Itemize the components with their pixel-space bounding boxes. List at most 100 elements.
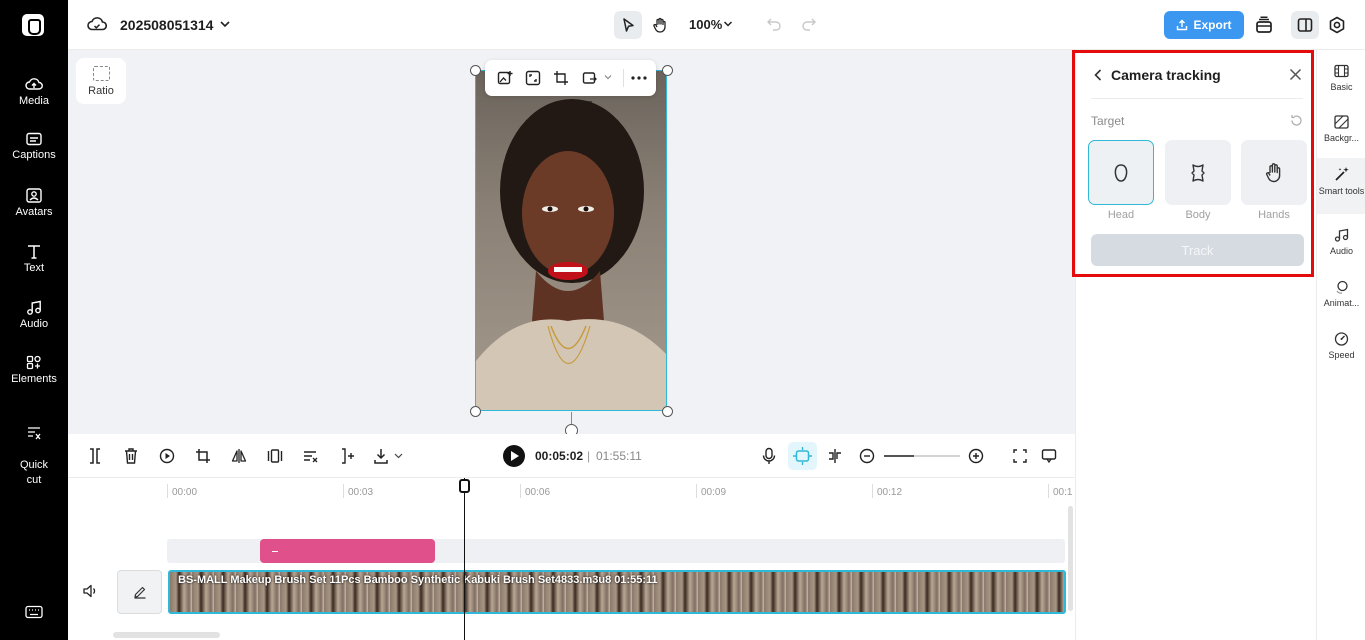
sidebar-item-avatars[interactable]: Avatars [0,188,68,218]
settings-icon[interactable] [1328,16,1346,34]
timeline-zoom-slider[interactable] [884,455,960,457]
tab-audio[interactable]: Audio [1317,228,1365,268]
playhead-line[interactable] [464,478,465,640]
tab-speed[interactable]: Speed [1317,332,1365,372]
sidebar-item-captions[interactable]: Captions [0,132,68,161]
layers-icon[interactable] [1255,16,1273,34]
close-icon[interactable] [1289,68,1302,81]
resize-handle-bottom-right[interactable] [662,406,673,417]
freeze-icon[interactable] [267,447,283,465]
sidebar-item-audio[interactable]: Audio [0,300,68,330]
split-icon[interactable] [87,447,103,465]
tab-basic[interactable]: Basic [1317,64,1365,104]
cover-edit-button[interactable] [117,570,162,614]
vertical-scrollbar[interactable] [1068,506,1073,611]
video-preview[interactable] [475,70,667,411]
panel-toggle-button[interactable] [1291,11,1319,39]
replace-image-icon[interactable] [497,70,513,86]
target-option-head[interactable] [1088,140,1154,205]
play-button[interactable] [503,445,525,467]
zoom-chevron-icon[interactable] [723,20,733,28]
horizontal-scrollbar[interactable] [113,632,220,638]
ratio-label: Ratio [88,85,114,97]
tab-background[interactable]: Backgr... [1317,115,1365,155]
app-logo[interactable] [22,14,44,36]
keyboard-shortcuts-icon[interactable] [25,605,43,619]
back-arrow-icon[interactable] [1093,68,1103,82]
volume-icon[interactable] [82,584,98,598]
remove-bg-icon[interactable] [303,447,319,465]
fullscreen-icon[interactable] [1012,447,1028,465]
cloud-sync-icon[interactable] [87,16,107,32]
more-options-icon[interactable] [631,76,647,80]
quick-cut-icon [28,427,41,440]
resize-handle-top-right[interactable] [662,65,673,76]
zoom-out-icon[interactable] [859,447,875,465]
tab-label: Smart tools [1318,186,1365,196]
download-icon[interactable] [373,447,389,465]
reset-icon[interactable] [1290,114,1303,127]
target-label-hands: Hands [1258,209,1290,221]
music-note-icon [1334,228,1349,242]
ratio-button[interactable]: Ratio [76,58,126,104]
sidebar-item-text[interactable]: Text [0,244,68,274]
top-bar: 202508051314 100% Export [68,0,1365,50]
animation-icon [1336,280,1348,294]
export-button[interactable]: Export [1164,11,1244,39]
crop-icon[interactable] [553,70,569,86]
tab-animation[interactable]: Animat... [1317,280,1365,320]
split-screen-icon[interactable] [827,447,843,465]
fit-frame-icon[interactable] [525,70,541,86]
undo-icon[interactable] [766,17,782,31]
target-option-body[interactable] [1165,140,1231,205]
sidebar-item-label: Avatars [15,206,53,218]
replace-media-icon[interactable] [582,70,598,86]
effect-clip[interactable] [260,539,435,563]
tick-mark [696,484,697,498]
sidebar-item-elements[interactable]: Elements [0,355,68,385]
track-button[interactable]: Track [1091,234,1304,266]
auto-snap-button[interactable] [788,442,817,470]
flip-icon[interactable] [231,447,247,465]
background-icon [1334,115,1349,129]
sidebar-item-label: Captions [12,149,56,161]
target-option-hands[interactable] [1241,140,1307,205]
speed-play-icon[interactable] [159,447,175,465]
camera-tracking-panel: Camera tracking Target Head Body Hands T… [1075,50,1316,640]
select-tool-button[interactable] [614,11,642,39]
resize-handle-top-left[interactable] [470,65,481,76]
microphone-icon[interactable] [761,447,777,465]
tick-mark [167,484,168,498]
sidebar-item-label: Media [19,95,49,107]
captions-icon [26,132,42,146]
timeline[interactable]: 00:00 00:03 00:06 00:09 00:12 00:1 BS-MA… [68,478,1075,640]
preview-screen-icon[interactable] [1041,447,1057,465]
download-chevron-icon[interactable] [394,453,403,459]
main-video-clip[interactable]: BS-MALL Makeup Brush Set 11Pcs Bamboo Sy… [168,570,1066,614]
zoom-in-icon[interactable] [968,447,984,465]
tab-label: Speed [1328,350,1355,360]
panel-title: Camera tracking [1111,67,1221,83]
delete-icon[interactable] [123,447,139,465]
chevron-down-icon[interactable] [219,19,231,29]
preview-canvas[interactable]: Ratio [68,50,1075,437]
tick-mark [520,484,521,498]
crop-icon[interactable] [195,447,211,465]
resize-handle-bottom-left[interactable] [470,406,481,417]
zoom-level[interactable]: 100% [689,17,722,32]
tick-mark [1048,484,1049,498]
target-label-body: Body [1185,209,1211,221]
sidebar-item-media[interactable]: Media [0,76,68,107]
sidebar-item-quick-cut[interactable]: Quick cut [0,411,68,503]
redo-icon[interactable] [801,17,817,31]
trim-icon[interactable] [339,447,355,465]
time-separator: | [587,449,591,463]
timeline-toolbar: 00:05:02 | 01:55:11 [68,434,1075,478]
tab-label: Audio [1329,246,1354,256]
more-chevron-icon[interactable] [604,74,612,80]
elements-icon [26,355,41,370]
hand-tool-button[interactable] [646,11,674,39]
playhead-handle[interactable] [459,479,470,493]
tab-smart-tools[interactable]: Smart tools [1317,158,1365,214]
project-name[interactable]: 202508051314 [120,17,213,33]
